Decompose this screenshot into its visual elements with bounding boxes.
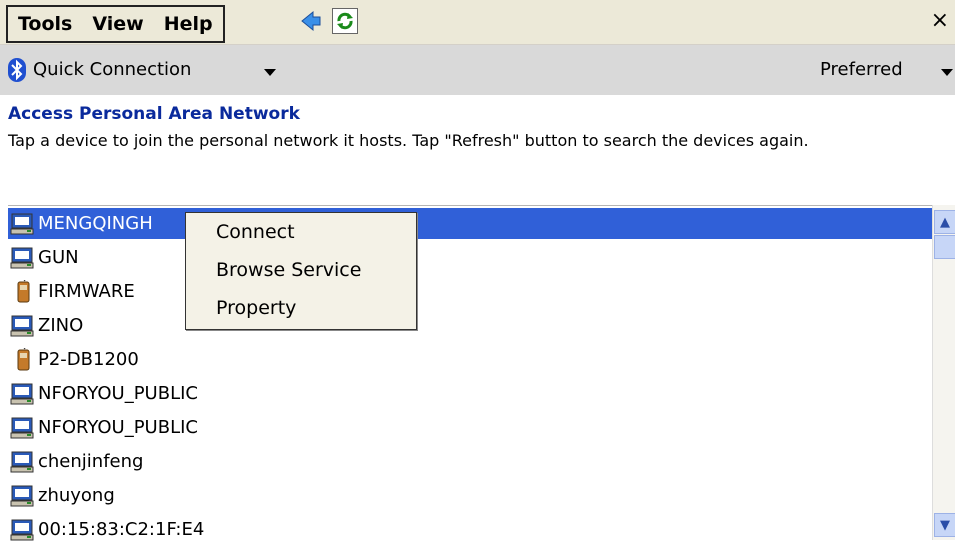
connection-bar: Quick Connection Preferred (0, 45, 955, 95)
phone-icon (10, 344, 36, 372)
quick-connection-dropdown[interactable]: Quick Connection (33, 59, 191, 80)
context-connect[interactable]: Connect (216, 221, 295, 243)
back-arrow-icon (301, 10, 321, 32)
device-list-item[interactable]: P2-DB1200 (8, 344, 932, 375)
scroll-up-button[interactable]: ▲ (934, 210, 955, 234)
menu-tools[interactable]: Tools (8, 13, 82, 35)
page-title: Access Personal Area Network (8, 104, 300, 124)
menu-bar: Tools View Help × (0, 0, 955, 45)
computer-icon (10, 518, 36, 542)
context-property[interactable]: Property (216, 297, 296, 319)
computer-icon (10, 450, 36, 474)
page-description: Tap a device to join the personal networ… (8, 131, 809, 150)
computer-icon (10, 484, 36, 508)
chevron-down-icon[interactable] (264, 69, 276, 76)
menu-help[interactable]: Help (154, 13, 223, 35)
chevron-down-icon[interactable] (941, 69, 953, 76)
device-list-item[interactable]: GUN (8, 242, 932, 273)
menu-view[interactable]: View (82, 13, 153, 35)
device-list-item[interactable]: FIRMWARE (8, 276, 932, 307)
computer-icon (10, 382, 36, 406)
refresh-button[interactable] (332, 8, 358, 34)
scroll-thumb[interactable] (934, 235, 955, 259)
refresh-icon (337, 12, 353, 30)
device-name: zhuyong (38, 485, 115, 506)
computer-icon (10, 416, 36, 440)
computer-icon (10, 314, 36, 338)
close-button[interactable]: × (931, 8, 949, 33)
device-list-item[interactable]: NFORYOU_PUBLIC (8, 412, 932, 443)
menu-group: Tools View Help (6, 5, 225, 43)
scroll-down-button[interactable]: ▼ (934, 513, 955, 537)
device-list[interactable]: MENGQINGH GUN FIRMWARE ZINO P2-DB1200 NFORYOU… (8, 205, 932, 540)
device-list-item[interactable]: ZINO (8, 310, 932, 341)
device-list-item[interactable]: MENGQINGH (8, 208, 932, 239)
preferred-dropdown[interactable]: Preferred (820, 59, 903, 80)
device-list-item[interactable]: chenjinfeng (8, 446, 932, 477)
device-list-item[interactable]: zhuyong (8, 480, 932, 511)
device-name: MENGQINGH (38, 213, 153, 234)
context-browse-service[interactable]: Browse Service (216, 259, 361, 281)
back-button[interactable] (298, 8, 324, 34)
device-list-item[interactable]: NFORYOU_PUBLIC (8, 378, 932, 409)
device-name: FIRMWARE (38, 281, 135, 302)
device-name: ZINO (38, 315, 84, 336)
device-name: NFORYOU_PUBLIC (38, 383, 198, 404)
device-name: chenjinfeng (38, 451, 144, 472)
context-menu: Connect Browse Service Property (185, 212, 417, 330)
device-name: P2-DB1200 (38, 349, 139, 370)
computer-icon (10, 212, 36, 236)
device-list-item[interactable]: 00:15:83:C2:1F:E4 (8, 514, 932, 545)
device-name: 00:15:83:C2:1F:E4 (38, 519, 205, 540)
phone-icon (10, 276, 36, 304)
computer-icon (10, 246, 36, 270)
device-name: NFORYOU_PUBLIC (38, 417, 198, 438)
bluetooth-icon (8, 58, 26, 82)
scrollbar[interactable]: ▲ ▼ (932, 205, 955, 540)
device-name: GUN (38, 247, 79, 268)
